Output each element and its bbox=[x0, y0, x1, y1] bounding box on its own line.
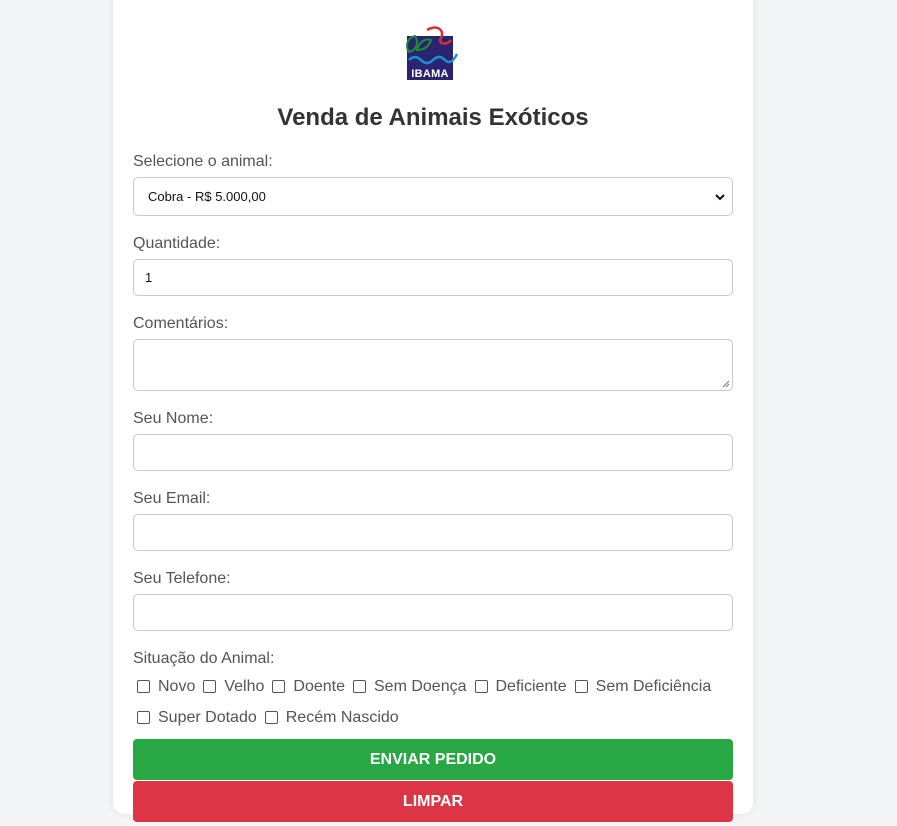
email-label: Seu Email: bbox=[133, 490, 211, 507]
checkbox[interactable] bbox=[137, 711, 150, 724]
comments-label: Comentários: bbox=[133, 315, 229, 332]
status-row-2: Super Dotado Recém Nascido bbox=[133, 702, 733, 733]
status-option-recem-nascido[interactable]: Recém Nascido bbox=[264, 708, 399, 727]
status-option-label: Novo bbox=[158, 677, 196, 695]
phone-input[interactable] bbox=[133, 594, 733, 631]
animal-select-value: Cobra - R$ 5.000,00 bbox=[148, 189, 266, 204]
checkbox[interactable] bbox=[474, 680, 488, 693]
status-option-label: Sem Doença bbox=[374, 677, 467, 695]
name-input[interactable] bbox=[133, 434, 733, 471]
status-option-label: Velho bbox=[224, 677, 265, 695]
page-title: Venda de Animais Exóticos bbox=[277, 104, 589, 131]
email-input[interactable] bbox=[133, 514, 733, 551]
ibama-logo: IBAMA bbox=[397, 24, 469, 88]
animal-label: Selecione o animal: bbox=[133, 153, 273, 170]
status-option-label: Sem Deficiência bbox=[595, 677, 712, 695]
status-checkbox-group: Novo Velho Doente Sem Doença Deficiente … bbox=[133, 671, 733, 733]
status-option-sem-deficiencia[interactable]: Sem Deficiência bbox=[574, 677, 712, 696]
clear-button[interactable]: LIMPAR bbox=[133, 781, 733, 822]
comments-textarea[interactable] bbox=[133, 339, 733, 391]
status-option-label: Deficiente bbox=[495, 677, 567, 695]
checkbox[interactable] bbox=[264, 711, 278, 724]
status-option-label: Doente bbox=[293, 677, 345, 695]
status-label: Situação do Animal: bbox=[133, 650, 275, 667]
resize-grip-icon[interactable] bbox=[722, 380, 730, 388]
status-option-label: Recém Nascido bbox=[285, 708, 399, 726]
status-option-velho[interactable]: Velho bbox=[203, 678, 264, 696]
status-row-1: Novo Velho Doente Sem Doença Deficiente … bbox=[133, 671, 733, 702]
status-option-doente[interactable]: Doente bbox=[272, 678, 345, 696]
status-option-deficiente[interactable]: Deficiente bbox=[474, 677, 567, 696]
status-option-sem-doenca[interactable]: Sem Doença bbox=[353, 678, 467, 696]
status-option-super-dotado[interactable]: Super Dotado bbox=[137, 709, 257, 727]
logo-text: IBAMA bbox=[411, 68, 449, 80]
checkbox[interactable] bbox=[203, 680, 217, 693]
name-label: Seu Nome: bbox=[133, 410, 214, 427]
checkbox[interactable] bbox=[574, 680, 588, 693]
checkbox[interactable] bbox=[353, 680, 366, 693]
phone-label: Seu Telefone: bbox=[133, 570, 231, 587]
animal-select[interactable]: Cobra - R$ 5.000,00 bbox=[133, 177, 733, 216]
checkbox[interactable] bbox=[137, 680, 150, 693]
form-card: IBAMA Venda de Animais Exóticos Selecion… bbox=[113, 0, 753, 822]
submit-order-button[interactable]: ENVIAR PEDIDO bbox=[133, 739, 733, 780]
status-option-label: Super Dotado bbox=[158, 708, 257, 726]
quantity-label: Quantidade: bbox=[133, 235, 221, 252]
quantity-input[interactable]: 1 bbox=[133, 259, 733, 296]
chevron-down-icon bbox=[715, 193, 725, 200]
status-option-novo[interactable]: Novo bbox=[137, 678, 195, 696]
checkbox[interactable] bbox=[272, 680, 286, 693]
